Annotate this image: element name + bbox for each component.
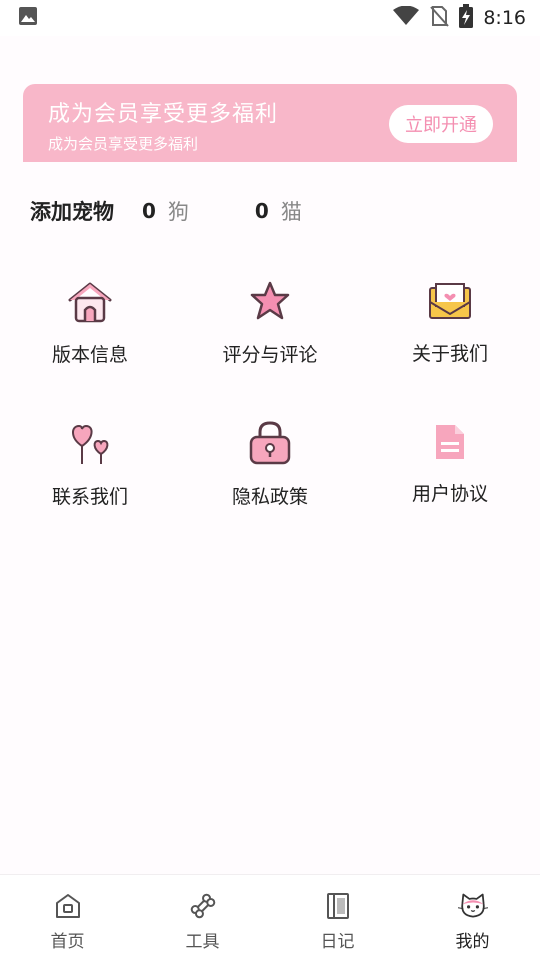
nav-label: 工具 xyxy=(185,932,220,952)
banner-subtitle: 成为会员享受更多福利 xyxy=(48,135,199,153)
bottom-navigation: 首页 工具 日记 我的 xyxy=(0,874,540,960)
battery-charging-icon xyxy=(459,4,474,32)
banner-title: 成为会员享受更多福利 xyxy=(48,102,279,127)
nav-tab-tools[interactable]: 工具 xyxy=(135,875,270,960)
cat-count-group: 0 猫 xyxy=(255,196,302,226)
nav-tab-home[interactable]: 首页 xyxy=(0,875,135,960)
status-bar: 8:16 xyxy=(0,0,540,36)
nav-tab-mine[interactable]: 我的 xyxy=(405,875,540,960)
menu-item-contact-us[interactable]: 联系我们 xyxy=(0,420,180,508)
star-icon xyxy=(246,280,294,324)
nav-label: 我的 xyxy=(455,932,490,952)
menu-item-rating-review[interactable]: 评分与评论 xyxy=(180,280,360,366)
menu-item-about-us[interactable]: 关于我们 xyxy=(360,280,540,366)
house-icon xyxy=(66,280,114,324)
nav-tab-diary[interactable]: 日记 xyxy=(270,875,405,960)
notebook-icon xyxy=(323,891,353,921)
nav-label: 首页 xyxy=(50,932,85,952)
dog-count-group: 0 狗 xyxy=(142,196,189,226)
hearts-icon xyxy=(66,420,114,466)
bone-icon xyxy=(188,891,218,921)
menu-item-privacy-policy[interactable]: 隐私政策 xyxy=(180,420,360,508)
app-screen: 8:16 成为会员享受更多福利 成为会员享受更多福利 立即开通 添加宠物 0 狗… xyxy=(0,0,540,960)
image-icon xyxy=(18,6,38,30)
menu-label: 隐私政策 xyxy=(231,486,308,508)
nav-label: 日记 xyxy=(320,932,355,952)
home-icon xyxy=(53,891,83,921)
menu-item-version-info[interactable]: 版本信息 xyxy=(0,280,180,366)
dog-count: 0 xyxy=(142,199,156,223)
cat-count: 0 xyxy=(254,199,269,223)
menu-label: 用户协议 xyxy=(411,483,488,505)
wifi-icon xyxy=(393,5,420,30)
menu-label: 评分与评论 xyxy=(222,344,318,366)
membership-banner[interactable]: 成为会员享受更多福利 成为会员享受更多福利 立即开通 xyxy=(23,84,517,162)
cat-label: 猫 xyxy=(280,200,302,224)
pets-summary: 添加宠物 0 狗 0 猫 xyxy=(30,193,302,229)
menu-label: 联系我们 xyxy=(51,486,128,508)
no-sim-icon xyxy=(429,5,450,31)
menu-label: 关于我们 xyxy=(411,343,488,365)
clock: 8:16 xyxy=(483,7,526,29)
menu-label: 版本信息 xyxy=(51,344,128,366)
activate-membership-button[interactable]: 立即开通 xyxy=(389,105,493,143)
document-icon xyxy=(426,420,474,463)
status-icons: 8:16 xyxy=(393,4,526,32)
cat-face-icon xyxy=(457,891,488,921)
dog-label: 狗 xyxy=(167,200,189,224)
lock-icon xyxy=(246,420,294,466)
add-pet-title[interactable]: 添加宠物 xyxy=(30,196,114,226)
menu-item-user-agreement[interactable]: 用户协议 xyxy=(360,420,540,506)
envelope-icon xyxy=(426,280,474,323)
settings-menu: 版本信息 评分与评论 关于我们 联系我们 隐私政策 用户协议 xyxy=(0,280,540,508)
